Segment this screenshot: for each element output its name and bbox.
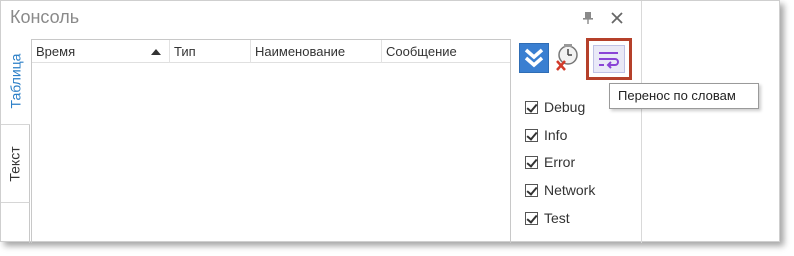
filter-network-label: Network bbox=[544, 182, 596, 198]
double-chevron-down-icon bbox=[524, 48, 544, 68]
word-wrap-button[interactable] bbox=[586, 38, 632, 80]
close-icon[interactable] bbox=[610, 11, 624, 25]
filter-info-label: Info bbox=[544, 127, 568, 143]
filter-debug-checkbox[interactable] bbox=[525, 100, 538, 114]
console-window: Консоль Таблица Текст Время Тип Наименов… bbox=[0, 0, 780, 243]
filter-error-checkbox[interactable] bbox=[525, 155, 538, 169]
clock-clear-icon bbox=[556, 44, 578, 71]
tab-table[interactable]: Таблица bbox=[1, 37, 30, 125]
column-header-name[interactable]: Наименование bbox=[251, 40, 382, 63]
column-header-time[interactable]: Время bbox=[32, 40, 170, 63]
word-wrap-icon bbox=[599, 52, 619, 69]
column-message-label: Сообщение bbox=[386, 44, 457, 59]
grid-header: Время Тип Наименование Сообщение bbox=[32, 39, 510, 63]
log-grid[interactable]: Время Тип Наименование Сообщение bbox=[31, 39, 511, 243]
column-header-message[interactable]: Сообщение bbox=[382, 40, 510, 63]
filter-debug-label: Debug bbox=[544, 99, 586, 115]
column-name-label: Наименование bbox=[255, 44, 346, 59]
column-time-label: Время bbox=[36, 44, 76, 59]
window-title: Консоль bbox=[10, 7, 80, 27]
word-wrap-tooltip: Перенос по словам bbox=[609, 83, 759, 109]
column-header-type[interactable]: Тип bbox=[170, 40, 251, 63]
filter-test-label: Test bbox=[544, 210, 570, 226]
filter-test[interactable]: Test bbox=[525, 209, 625, 227]
filter-debug[interactable]: Debug bbox=[525, 98, 625, 116]
filter-network-checkbox[interactable] bbox=[525, 183, 538, 197]
autoscroll-button[interactable] bbox=[519, 43, 549, 73]
filter-test-checkbox[interactable] bbox=[525, 211, 538, 225]
title-bar: Консоль bbox=[1, 1, 643, 35]
vertical-tabs: Таблица Текст bbox=[1, 37, 30, 243]
tabs-filler bbox=[1, 203, 30, 243]
clear-log-button[interactable] bbox=[553, 43, 583, 73]
tab-text[interactable]: Текст bbox=[1, 125, 30, 203]
filter-error-label: Error bbox=[544, 154, 576, 170]
column-type-label: Тип bbox=[174, 44, 196, 59]
filter-info[interactable]: Info bbox=[525, 126, 625, 144]
tab-text-label: Текст bbox=[7, 145, 23, 182]
filter-error[interactable]: Error bbox=[525, 153, 625, 171]
filter-network[interactable]: Network bbox=[525, 181, 625, 199]
word-wrap-button-face bbox=[593, 45, 625, 73]
pin-icon[interactable] bbox=[582, 11, 594, 25]
tab-table-label: Таблица bbox=[7, 53, 24, 108]
sort-ascending-icon bbox=[151, 49, 161, 55]
panel-divider bbox=[641, 1, 642, 243]
filter-info-checkbox[interactable] bbox=[525, 128, 538, 142]
